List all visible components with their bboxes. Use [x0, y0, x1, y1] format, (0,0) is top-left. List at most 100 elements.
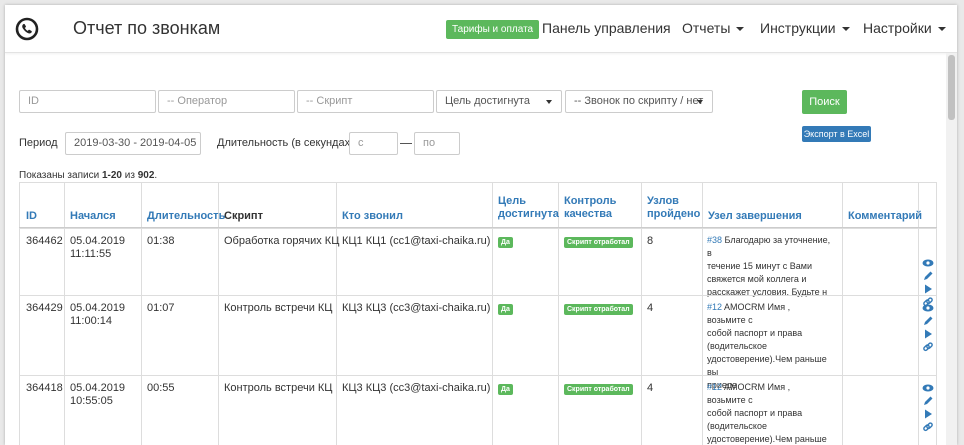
eye-icon[interactable]	[922, 257, 934, 269]
row-divider	[19, 375, 937, 376]
quality-badge: Скрипт отработал	[564, 384, 633, 395]
col-divider	[64, 182, 65, 445]
chevron-down-icon	[736, 27, 745, 32]
col-divider	[141, 182, 142, 445]
duration-label: Длительность (в секундах)	[217, 137, 354, 149]
cell-id: 364462	[26, 235, 63, 247]
column-header-nodes[interactable]: Узлов пройдено	[647, 195, 700, 221]
column-header-quality-line1: Контроль	[564, 195, 617, 207]
summary-prefix: Показаны записи	[19, 170, 102, 181]
end-node-link[interactable]: #12	[707, 382, 722, 392]
play-icon[interactable]	[922, 328, 934, 340]
script-call-select[interactable]: -- Звонок по скрипту / нет	[565, 90, 713, 113]
column-header-caller[interactable]: Кто звонил	[342, 210, 403, 223]
duration-from-input[interactable]: с	[349, 132, 398, 155]
column-header-nodes-line1: Узлов	[647, 195, 679, 207]
col-divider	[336, 182, 337, 445]
records-summary: Показаны записи 1-20 из 902.	[19, 170, 157, 181]
col-divider	[492, 182, 493, 445]
col-divider	[558, 182, 559, 445]
nav-dashboard[interactable]: Панель управления	[542, 20, 671, 36]
page-scrollbar[interactable]	[946, 53, 957, 445]
cell-nodes: 4	[647, 382, 654, 394]
col-divider	[702, 182, 703, 445]
cell-duration: 00:55	[147, 382, 175, 394]
end-node-text: удостоверение).Чем раньше вы	[707, 434, 827, 444]
column-header-script: Скрипт	[224, 210, 263, 222]
column-header-comment[interactable]: Комментарий	[848, 210, 922, 223]
link-icon[interactable]	[922, 421, 934, 433]
cell-time: 11:00:14	[70, 315, 113, 327]
col-divider	[936, 182, 937, 445]
nav-reports-label: Отчеты	[682, 20, 731, 36]
script-filter-input[interactable]: -- Скрипт	[297, 90, 434, 113]
nav-instructions[interactable]: Инструкции	[760, 20, 850, 36]
scrollbar-thumb[interactable]	[948, 55, 955, 120]
table-border-top	[19, 182, 937, 183]
nav-reports[interactable]: Отчеты	[682, 20, 745, 36]
col-divider	[842, 182, 843, 445]
column-header-goal[interactable]: Цель достигнута	[498, 195, 559, 221]
cell-time: 10:55:05	[70, 395, 113, 407]
column-header-nodes-line2: пройдено	[647, 208, 701, 220]
cell-date: 05.04.2019	[70, 235, 126, 247]
column-header-started[interactable]: Начался	[70, 210, 116, 223]
nav-settings[interactable]: Настройки	[863, 20, 946, 36]
quality-badge: Скрипт отработал	[564, 237, 633, 248]
pencil-icon[interactable]	[922, 270, 934, 282]
row-divider	[19, 228, 937, 229]
cell-duration: 01:38	[147, 235, 175, 247]
goal-reached-select[interactable]: Цель достигнута	[436, 90, 562, 113]
col-divider	[19, 182, 20, 445]
range-separator	[400, 143, 412, 144]
link-icon[interactable]	[922, 341, 934, 353]
pencil-icon[interactable]	[922, 315, 934, 327]
phone-logo-icon[interactable]	[15, 17, 39, 41]
calls-table: ID Начался Длительность Скрипт Кто звони…	[19, 182, 937, 445]
column-header-id[interactable]: ID	[26, 210, 37, 223]
period-range-input[interactable]: 2019-03-30 - 2019-04-05	[65, 132, 201, 155]
cell-nodes: 4	[647, 302, 654, 314]
end-node-text: удостоверение).Чем раньше вы	[707, 354, 827, 377]
cell-caller: КЦ3 КЦ3 (cc3@taxi-chaika.ru)	[342, 302, 491, 314]
tariffs-button[interactable]: Тарифы и оплата	[446, 20, 540, 39]
summary-total: 902	[137, 170, 155, 181]
id-filter-input[interactable]: ID	[19, 90, 156, 113]
column-header-end-node[interactable]: Узел завершения	[708, 210, 802, 223]
cell-time: 11:11:55	[70, 248, 112, 260]
eye-icon[interactable]	[922, 382, 934, 394]
pencil-icon[interactable]	[922, 395, 934, 407]
chevron-down-icon	[937, 27, 946, 32]
nav-settings-label: Настройки	[863, 20, 932, 36]
column-header-quality[interactable]: Контроль качества	[564, 195, 616, 221]
export-excel-button[interactable]: Экспорт в Excel	[802, 126, 871, 142]
page-title: Отчет по звонкам	[73, 18, 221, 38]
duration-to-input[interactable]: по	[414, 132, 460, 155]
app-window: Отчет по звонкам Тарифы и оплата Панель …	[5, 5, 957, 445]
search-button[interactable]: Поиск	[802, 90, 847, 114]
cell-nodes: 8	[647, 235, 654, 247]
summary-range: 1-20	[101, 170, 122, 181]
row-divider	[19, 295, 937, 296]
cell-date: 05.04.2019	[70, 302, 126, 314]
cell-end-node: #38 Благодарю за уточнение, в течение 15…	[707, 234, 831, 299]
cell-caller: КЦ3 КЦ3 (cc3@taxi-chaika.ru)	[342, 382, 491, 394]
eye-icon[interactable]	[922, 302, 934, 314]
column-header-duration[interactable]: Длительность	[147, 210, 225, 223]
cell-script: Обработка горячих КЦ	[224, 235, 340, 247]
cell-id: 364429	[26, 302, 63, 314]
operator-filter-input[interactable]: -- Оператор	[158, 90, 295, 113]
goal-badge: Да	[498, 237, 513, 248]
column-header-quality-line2: качества	[564, 208, 612, 220]
column-header-goal-line1: Цель	[498, 195, 527, 207]
end-node-link[interactable]: #38	[707, 235, 722, 245]
end-node-text: течение 15 минут с Вами	[707, 261, 812, 271]
play-icon[interactable]	[922, 408, 934, 420]
play-icon[interactable]	[922, 283, 934, 295]
cell-end-node: #12 AMOCRM Имя , возьмите с собой паспор…	[707, 301, 831, 392]
end-node-link[interactable]: #12	[707, 302, 722, 312]
top-navbar: Отчет по звонкам Тарифы и оплата Панель …	[5, 5, 957, 53]
cell-date: 05.04.2019	[70, 382, 126, 394]
end-node-text: собой паспорт и права	[707, 408, 803, 418]
end-node-text: Благодарю за уточнение, в	[707, 235, 831, 258]
